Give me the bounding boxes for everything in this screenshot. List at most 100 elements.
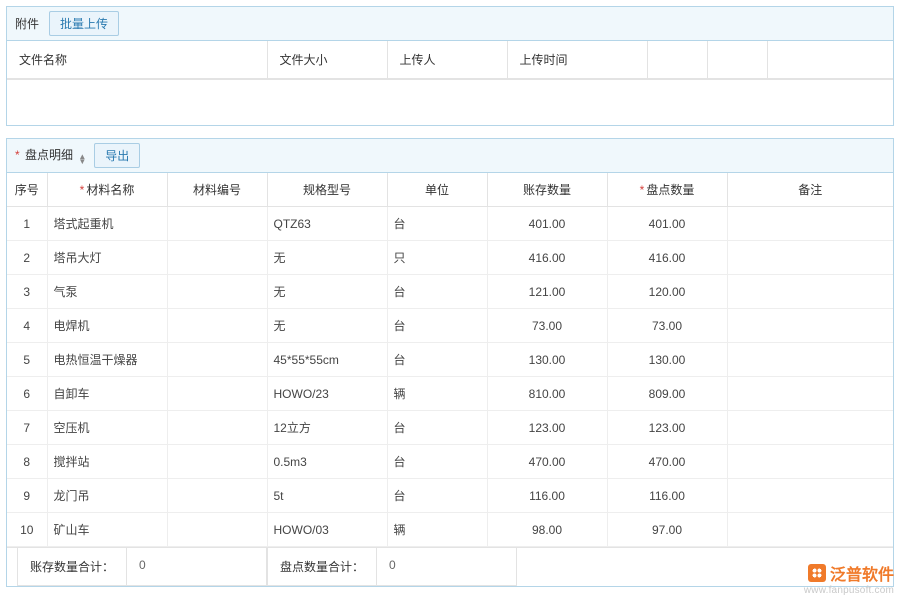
table-row[interactable]: 9龙门吊5t台116.00116.00 [7,479,893,513]
cell-unit: 台 [387,207,487,241]
table-row[interactable]: 10矿山车HOWO/03辆98.0097.00 [7,513,893,547]
totals-count-value: 0 [377,548,517,586]
cell-stock-qty: 123.00 [487,411,607,445]
table-row[interactable]: 3气泵无台121.00120.00 [7,275,893,309]
cell-unit: 台 [387,343,487,377]
cell-stock-qty: 130.00 [487,343,607,377]
cell-unit: 台 [387,275,487,309]
cell-count-qty[interactable]: 73.00 [607,309,727,343]
cell-count-qty[interactable]: 123.00 [607,411,727,445]
required-marker: * [640,183,645,197]
cell-material-name: 气泵 [47,275,167,309]
file-col-uploader: 上传人 [387,41,507,79]
cell-stock-qty: 416.00 [487,241,607,275]
table-row[interactable]: 4电焊机无台73.0073.00 [7,309,893,343]
file-table-empty-body [7,79,893,125]
export-button[interactable]: 导出 [94,143,140,168]
detail-header-row: 序号 *材料名称 材料编号 规格型号 单位 账存数量 *盘点数量 备注 [7,173,893,207]
attachment-header: 附件 批量上传 [7,7,893,41]
table-row[interactable]: 6自卸车HOWO/23辆810.00809.00 [7,377,893,411]
cell-material-name: 矿山车 [47,513,167,547]
cell-seq: 8 [7,445,47,479]
cell-spec: HOWO/03 [267,513,387,547]
cell-material-name: 空压机 [47,411,167,445]
cell-spec: 0.5m3 [267,445,387,479]
cell-count-qty[interactable]: 416.00 [607,241,727,275]
cell-remark [727,343,893,377]
cell-stock-qty: 98.00 [487,513,607,547]
cell-count-qty[interactable]: 401.00 [607,207,727,241]
totals-stock-label: 账存数量合计： [17,548,127,586]
cell-count-qty[interactable]: 120.00 [607,275,727,309]
cell-unit: 只 [387,241,487,275]
col-seq: 序号 [7,173,47,207]
cell-stock-qty: 810.00 [487,377,607,411]
file-table: 文件名称 文件大小 上传人 上传时间 [7,41,893,79]
cell-count-qty[interactable]: 130.00 [607,343,727,377]
detail-header: * 盘点明细 ▲ ▼ 导出 [7,139,893,173]
cell-count-qty[interactable]: 97.00 [607,513,727,547]
attachment-title: 附件 [15,15,39,32]
cell-spec: 无 [267,275,387,309]
batch-upload-button[interactable]: 批量上传 [49,11,119,36]
sort-down-icon: ▼ [78,160,86,165]
cell-material-name: 电热恒温干燥器 [47,343,167,377]
cell-material-code [167,309,267,343]
cell-material-code [167,343,267,377]
detail-title-wrap: * 盘点明细 ▲ ▼ [15,146,86,165]
cell-count-qty[interactable]: 809.00 [607,377,727,411]
detail-title: 盘点明细 [25,148,73,162]
table-row[interactable]: 1塔式起重机QTZ63台401.00401.00 [7,207,893,241]
cell-material-code [167,479,267,513]
attachment-panel: 附件 批量上传 文件名称 文件大小 上传人 上传时间 [6,6,894,126]
cell-material-code [167,411,267,445]
cell-stock-qty: 116.00 [487,479,607,513]
cell-count-qty[interactable]: 470.00 [607,445,727,479]
cell-remark [727,513,893,547]
cell-remark [727,309,893,343]
cell-spec: 无 [267,241,387,275]
cell-seq: 7 [7,411,47,445]
cell-spec: 无 [267,309,387,343]
col-unit: 单位 [387,173,487,207]
cell-spec: 12立方 [267,411,387,445]
cell-remark [727,479,893,513]
table-row[interactable]: 5电热恒温干燥器45*55*55cm台130.00130.00 [7,343,893,377]
cell-unit: 辆 [387,513,487,547]
col-stock-qty: 账存数量 [487,173,607,207]
cell-spec: 45*55*55cm [267,343,387,377]
file-table-header-row: 文件名称 文件大小 上传人 上传时间 [7,41,893,79]
cell-spec: HOWO/23 [267,377,387,411]
col-material-code: 材料编号 [167,173,267,207]
file-col-action-2 [707,41,767,79]
col-remark: 备注 [727,173,893,207]
cell-remark [727,207,893,241]
cell-remark [727,241,893,275]
cell-material-name: 自卸车 [47,377,167,411]
table-row[interactable]: 7空压机12立方台123.00123.00 [7,411,893,445]
file-col-action-3 [767,41,893,79]
cell-material-code [167,275,267,309]
cell-unit: 台 [387,411,487,445]
file-col-action-1 [647,41,707,79]
col-count-qty: *盘点数量 [607,173,727,207]
col-spec: 规格型号 [267,173,387,207]
sort-icon[interactable]: ▲ ▼ [78,155,86,165]
table-row[interactable]: 8搅拌站0.5m3台470.00470.00 [7,445,893,479]
detail-panel: * 盘点明细 ▲ ▼ 导出 序号 *材料名称 材料编号 规格型号 单位 账存数量… [6,138,894,587]
cell-seq: 1 [7,207,47,241]
cell-spec: QTZ63 [267,207,387,241]
cell-count-qty[interactable]: 116.00 [607,479,727,513]
cell-seq: 2 [7,241,47,275]
cell-material-code [167,241,267,275]
cell-material-name: 龙门吊 [47,479,167,513]
totals-row: 账存数量合计： 0 盘点数量合计： 0 [7,547,893,586]
cell-material-name: 塔式起重机 [47,207,167,241]
cell-unit: 辆 [387,377,487,411]
cell-unit: 台 [387,445,487,479]
cell-material-code [167,377,267,411]
table-row[interactable]: 2塔吊大灯无只416.00416.00 [7,241,893,275]
cell-remark [727,377,893,411]
required-marker: * [80,183,85,197]
cell-seq: 4 [7,309,47,343]
